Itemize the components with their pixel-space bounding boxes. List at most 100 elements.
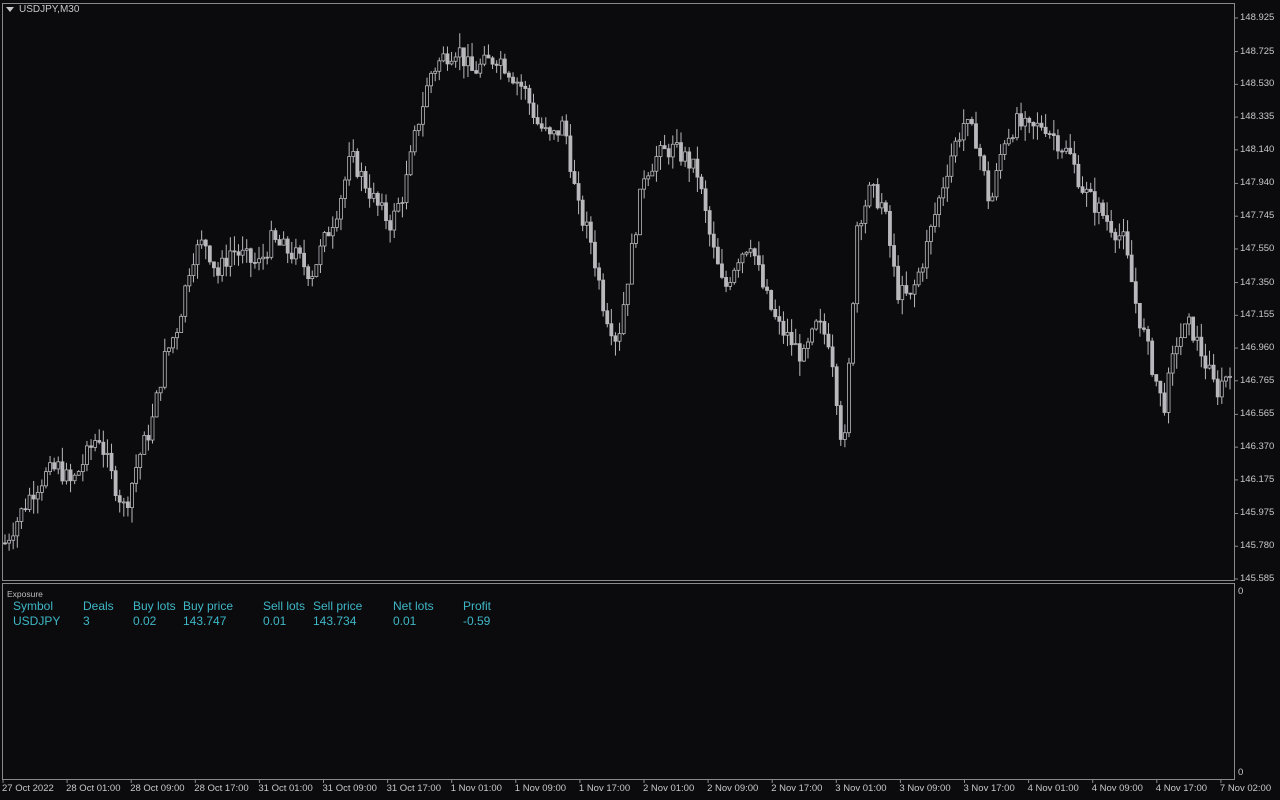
exposure-header: Symbol: [13, 599, 54, 613]
candle-body: [527, 88, 532, 104]
candle-body: [380, 202, 384, 206]
candle-body: [765, 286, 769, 291]
price-tick-label: 147.550: [1240, 242, 1275, 254]
candle-body: [466, 56, 470, 67]
candle-body: [1080, 186, 1085, 193]
candle-body: [986, 170, 991, 202]
candle-body: [433, 70, 438, 74]
candle-body: [613, 335, 618, 342]
candle-body: [1203, 355, 1208, 369]
candle-body: [691, 158, 696, 169]
candle-body: [1224, 376, 1228, 382]
candle-body: [998, 154, 1003, 171]
candle-body: [371, 192, 376, 199]
time-tick-label: 31 Oct 01:00: [258, 783, 313, 794]
candle-body: [523, 85, 528, 89]
candle-body: [39, 485, 44, 493]
candle-body: [560, 120, 565, 136]
candle-body: [1101, 202, 1105, 216]
candle-body: [625, 283, 630, 306]
price-chart[interactable]: [0, 0, 1280, 800]
candle-body: [515, 81, 520, 84]
candle-body: [814, 320, 819, 330]
candle-body: [1228, 375, 1232, 378]
candle-body: [76, 471, 81, 476]
candle-body: [1023, 117, 1028, 127]
candle-body: [183, 285, 188, 317]
candle-body: [929, 225, 933, 242]
exposure-header: Sell price: [313, 599, 363, 613]
candle-body: [777, 316, 782, 322]
candle-body: [400, 202, 405, 204]
candle-body: [482, 54, 487, 65]
candle-body: [978, 147, 982, 157]
candle-body: [724, 276, 728, 287]
candle-body: [941, 187, 946, 199]
candle-body: [486, 54, 491, 59]
candle-body: [1047, 133, 1052, 135]
candle-body: [761, 264, 765, 288]
candle-body: [1072, 153, 1077, 165]
candle-body: [1064, 147, 1069, 152]
candle-body: [945, 175, 950, 189]
price-tick-label: 148.140: [1240, 143, 1275, 155]
candle-body: [617, 333, 622, 342]
exposure-cell: USDJPY: [13, 614, 61, 628]
candle-body: [580, 199, 585, 226]
candle-body: [867, 184, 872, 207]
candle-body: [322, 232, 327, 247]
candle-body: [634, 234, 638, 244]
candle-body: [552, 130, 556, 135]
dropdown-triangle-icon[interactable]: [6, 7, 14, 12]
candle-body: [257, 258, 261, 264]
time-tick-label: 7 Nov 02:00: [1219, 783, 1272, 794]
candle-body: [1191, 316, 1196, 341]
candle-body: [1162, 392, 1167, 413]
candle-body: [289, 252, 294, 260]
candle-body: [437, 60, 442, 72]
candle-body: [605, 310, 610, 325]
exposure-header: Profit: [463, 599, 492, 613]
price-tick-label: 146.370: [1240, 441, 1275, 453]
candle-body: [916, 271, 921, 286]
candle-body: [883, 202, 888, 212]
candle-body: [658, 145, 663, 157]
price-tick-label: 148.725: [1240, 45, 1275, 57]
candle-body: [375, 192, 380, 206]
candle-body: [695, 158, 700, 178]
candle-body: [642, 178, 647, 190]
candle-body: [1092, 191, 1097, 213]
candle-body: [502, 58, 507, 74]
candle-body: [773, 308, 778, 318]
candle-body: [68, 469, 73, 482]
exposure-cell: 0.01: [263, 614, 287, 628]
price-tick-label: 147.350: [1240, 276, 1275, 288]
candle-body: [109, 452, 114, 472]
candle-body: [969, 119, 974, 125]
candle-body: [1121, 231, 1126, 237]
price-tick-label: 146.175: [1240, 473, 1275, 485]
candle-body: [7, 539, 11, 544]
price-tick-label: 145.975: [1240, 507, 1275, 519]
candle-body: [1084, 188, 1089, 193]
candle-body: [48, 462, 52, 472]
candle-body: [1125, 231, 1130, 256]
candle-body: [744, 251, 749, 255]
time-tick-label: 3 Nov 17:00: [963, 783, 1015, 794]
candle-body: [130, 482, 134, 509]
candle-body: [416, 123, 421, 132]
chart-title-bar[interactable]: USDJPY,M30: [6, 4, 79, 15]
price-tick-label: 145.780: [1240, 540, 1275, 552]
candle-body: [494, 63, 499, 66]
candle-body: [396, 203, 401, 212]
candle-body: [330, 226, 335, 237]
candle-body: [306, 266, 311, 280]
candle-body: [629, 243, 634, 285]
candle-body: [646, 175, 651, 180]
candle-body: [334, 218, 339, 228]
candle-body: [281, 238, 286, 246]
candle-body: [949, 155, 954, 177]
candle-body: [1170, 353, 1175, 374]
candle-body: [1019, 113, 1023, 127]
price-tick-label: 148.925: [1240, 12, 1275, 23]
